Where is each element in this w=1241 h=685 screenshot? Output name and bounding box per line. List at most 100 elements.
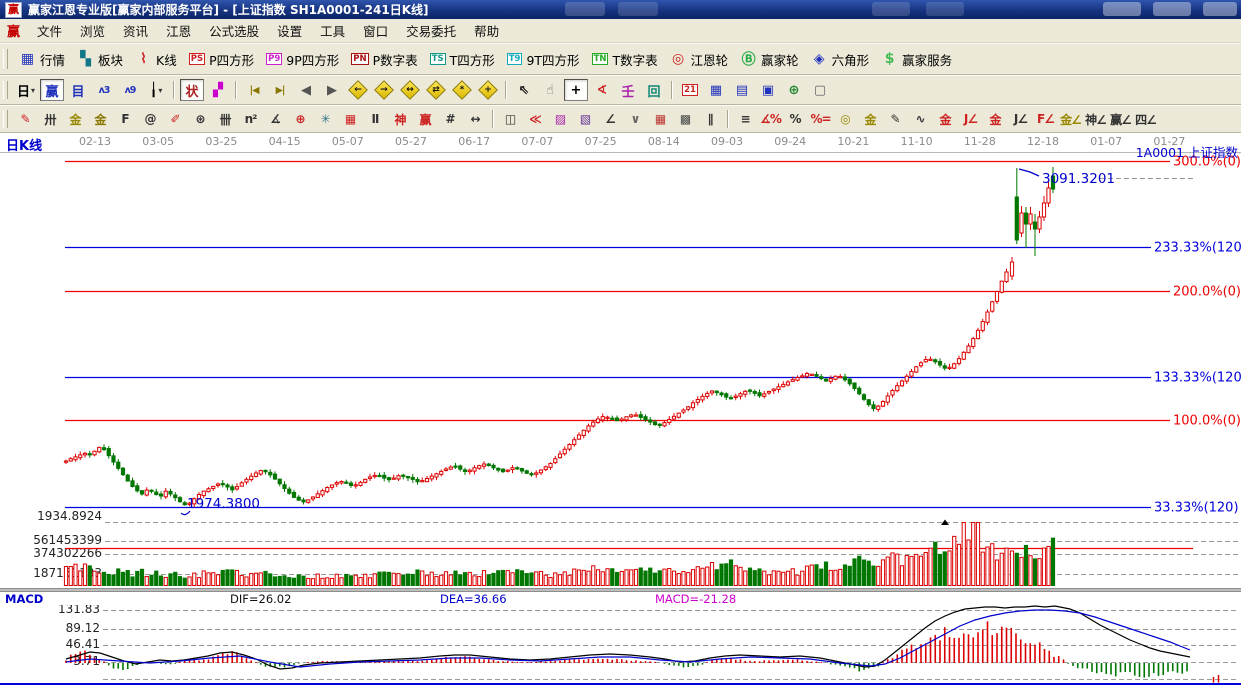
toolbar-button-gann-wheel[interactable]: ◎ 江恩轮 [664, 48, 735, 71]
save-tool-button[interactable]: ▣ [756, 79, 780, 101]
fan-lines-button[interactable]: ≪ [524, 109, 547, 130]
mini-chart-9-button[interactable]: ʌ9 [118, 79, 142, 101]
fan-box-2-button[interactable]: ▧ [574, 109, 597, 130]
banker-view-button[interactable]: 状 [180, 79, 204, 101]
ruler-time-button[interactable]: 卅 [39, 109, 62, 130]
page-next-button[interactable]: ▶ [320, 79, 344, 101]
toolbar-grip[interactable] [3, 80, 8, 100]
gann-span-h-button[interactable]: ↔ [398, 79, 422, 101]
gann-center-button[interactable]: + [476, 79, 500, 101]
gold-angle-button[interactable]: 金∠ [1059, 109, 1082, 130]
toolbar-grip[interactable] [3, 110, 8, 128]
winner-view-button[interactable]: 赢 [40, 79, 64, 101]
gann-move-right-button[interactable]: → [372, 79, 396, 101]
toolbar-button-p-number-table[interactable]: PN P数字表 [345, 48, 423, 71]
wave-line-button[interactable]: ∿ [909, 109, 932, 130]
menu-item-3[interactable]: 江恩 [157, 18, 200, 43]
gold-circle-button[interactable]: ◎ [834, 109, 857, 130]
tool-teal-button[interactable]: 回 [642, 79, 666, 101]
pane-separator[interactable] [0, 588, 1241, 592]
toolbar-button-t-number-table[interactable]: TN T数字表 [586, 48, 664, 71]
toolbar-grip[interactable] [3, 49, 8, 69]
menu-item-0[interactable]: 文件 [28, 18, 71, 43]
web-tool-button[interactable]: ⊕ [782, 79, 806, 101]
percent-line-2-button[interactable]: %= [809, 109, 832, 130]
box-tool-button[interactable]: ◫ [499, 109, 522, 130]
minimize-button[interactable] [1103, 2, 1141, 16]
toolbar-button-quotes[interactable]: ▦ 行情 [13, 48, 71, 71]
gann-span-in-button[interactable]: ⇄ [424, 79, 448, 101]
grid-123-button[interactable]: # [439, 109, 462, 130]
system-tool-button[interactable]: ▢ [808, 79, 832, 101]
toolbar-button-9p-square[interactable]: P9 9P四方形 [260, 48, 345, 71]
shen-ruler-button[interactable]: 神 [389, 109, 412, 130]
gold-line-button[interactable]: 金 [859, 109, 882, 130]
grid-red-button[interactable]: ▦ [649, 109, 672, 130]
percent-button[interactable]: % [784, 109, 807, 130]
maximize-button[interactable] [1153, 2, 1191, 16]
gold-underline-button[interactable]: 金 [984, 109, 1007, 130]
si-angle-button[interactable]: 四∠ [1134, 109, 1157, 130]
toolbar-button-9t-square[interactable]: T9 9T四方形 [501, 48, 586, 71]
ruler-gold-2-button[interactable]: 金 [89, 109, 112, 130]
calendar-tool-button[interactable]: 21 [678, 79, 702, 101]
h-quote-tool-button[interactable]: Ⅱ [364, 109, 387, 130]
angle-lines-button[interactable]: ∠ [599, 109, 622, 130]
ruler-f-button[interactable]: F [114, 109, 137, 130]
f-angle-button[interactable]: F∠ [1034, 109, 1057, 130]
toolbar-button-hexagon[interactable]: ◈ 六角形 [805, 48, 876, 71]
j-angle-1-button[interactable]: J∠ [959, 109, 982, 130]
angle-ruler-button[interactable]: ∡ [264, 109, 287, 130]
menu-item-8[interactable]: 交易委托 [397, 18, 465, 43]
brush-tool-button[interactable]: ✐ [164, 109, 187, 130]
angle-tool-button[interactable]: ∢ [590, 79, 614, 101]
j-angle-2-button[interactable]: J∠ [1009, 109, 1032, 130]
win-box-button[interactable]: 赢 [414, 109, 437, 130]
ruler-plain-button[interactable]: 卌 [214, 109, 237, 130]
parallel-lines-button[interactable]: ∥ [699, 109, 722, 130]
menu-item-9[interactable]: 帮助 [465, 18, 508, 43]
close-button[interactable] [1203, 2, 1237, 16]
menu-item-2[interactable]: 资讯 [114, 18, 157, 43]
jump-first-button[interactable]: |◀ [242, 79, 266, 101]
mini-chart-3-button[interactable]: ʌ3 [92, 79, 116, 101]
percent-line-button[interactable]: ∡% [759, 109, 782, 130]
grid-box-tool-button[interactable]: ▦ [339, 109, 362, 130]
v-lines-button[interactable]: ∨ [624, 109, 647, 130]
snowflake-tool-button[interactable]: ✳ [314, 109, 337, 130]
memo-tool-button[interactable]: ▤ [730, 79, 754, 101]
calculator-tool-button[interactable]: ▦ [704, 79, 728, 101]
gann-expand-button[interactable]: * [450, 79, 474, 101]
menu-item-6[interactable]: 工具 [311, 18, 354, 43]
shen-angle-button[interactable]: 神∠ [1084, 109, 1107, 130]
grid-dark-button[interactable]: ▩ [674, 109, 697, 130]
bar-scale-button[interactable]: ≡ [734, 109, 757, 130]
candle-style-button[interactable]: ╽ ▾ [144, 79, 168, 101]
ruler-gold-1-button[interactable]: 金 [64, 109, 87, 130]
menu-item-7[interactable]: 窗口 [354, 18, 397, 43]
toolbar-button-p-square[interactable]: PS P四方形 [183, 48, 260, 71]
pen-bars-button[interactable]: ✎ [884, 109, 907, 130]
tool-purple-button[interactable]: 壬 [616, 79, 640, 101]
circle-cross-button[interactable]: ⊕ [289, 109, 312, 130]
period-selector-button[interactable]: 日 ▾ [14, 79, 38, 101]
gann-move-left-button[interactable]: ← [346, 79, 370, 101]
page-prev-button[interactable]: ◀ [294, 79, 318, 101]
fan-box-1-button[interactable]: ▨ [549, 109, 572, 130]
toolbar-button-t-square[interactable]: TS T四方形 [424, 48, 501, 71]
crosshair-tool-button[interactable]: + [564, 79, 588, 101]
wheel-tool-button[interactable]: ⊛ [189, 109, 212, 130]
draw-pen-button[interactable]: ✎ [14, 109, 37, 130]
gold-red-line-button[interactable]: 金 [934, 109, 957, 130]
toolbar-button-winner-wheel[interactable]: Ⓑ 赢家轮 [734, 48, 805, 71]
hand-tool-button[interactable]: ☝ [538, 79, 562, 101]
menu-item-5[interactable]: 设置 [268, 18, 311, 43]
toolbar-button-kline[interactable]: ⌇ K线 [129, 48, 183, 71]
pointer-tool-button[interactable]: ⇖ [512, 79, 536, 101]
f10-info-button[interactable]: 目 [66, 79, 90, 101]
toolbar-button-sectors[interactable]: ▚ 板块 [71, 48, 129, 71]
ruler-n2-button[interactable]: n² [239, 109, 262, 130]
jump-last-button[interactable]: ▶| [268, 79, 292, 101]
spiral-tool-button[interactable]: @ [139, 109, 162, 130]
menu-item-4[interactable]: 公式选股 [200, 18, 268, 43]
